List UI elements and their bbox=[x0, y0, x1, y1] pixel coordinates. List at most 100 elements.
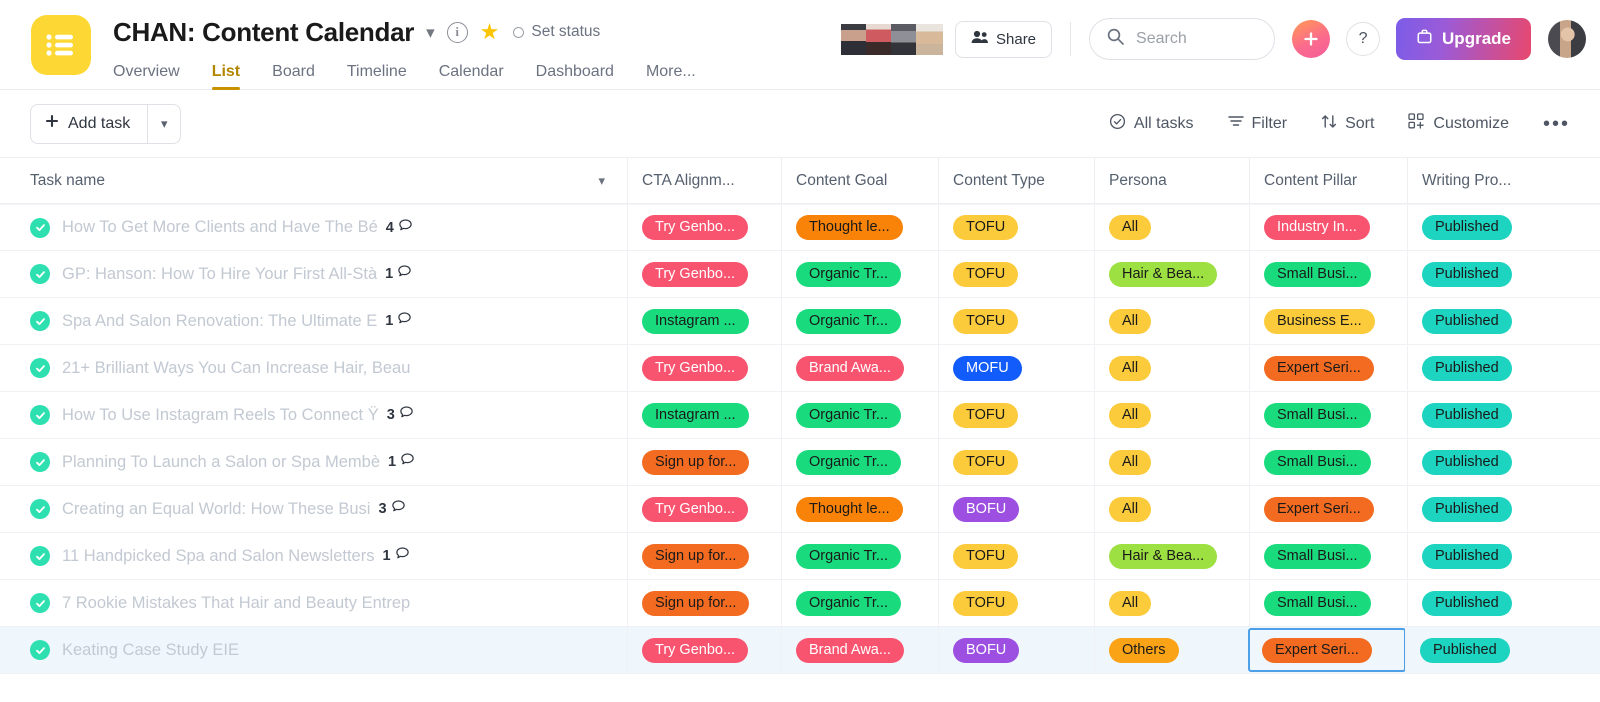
tag-badge[interactable]: Industry In... bbox=[1264, 215, 1370, 240]
cell-content-goal[interactable]: Thought le... bbox=[781, 486, 938, 532]
table-row[interactable]: How To Get More Clients and Have The Bé4… bbox=[0, 204, 1600, 251]
comment-count-badge[interactable]: 1 bbox=[385, 264, 412, 284]
table-row[interactable]: 11 Handpicked Spa and Salon Newsletters1… bbox=[0, 533, 1600, 580]
sort-button[interactable]: Sort bbox=[1321, 114, 1374, 134]
cell-writing-process[interactable]: Published bbox=[1407, 205, 1600, 250]
tag-badge[interactable]: Published bbox=[1422, 497, 1512, 522]
table-row[interactable]: Keating Case Study EIE Try Genbo... Brand … bbox=[0, 627, 1600, 674]
cell-cta-alignment[interactable]: Try Genbo... bbox=[627, 251, 781, 297]
upgrade-button[interactable]: Upgrade bbox=[1396, 18, 1531, 60]
cell-content-type[interactable]: TOFU bbox=[938, 251, 1094, 297]
tag-badge[interactable]: Published bbox=[1422, 262, 1512, 287]
cell-content-pillar[interactable]: Small Busi... bbox=[1249, 439, 1407, 485]
tag-badge[interactable]: Small Busi... bbox=[1264, 403, 1371, 428]
star-icon[interactable]: ★ bbox=[480, 21, 500, 43]
tag-badge[interactable]: Organic Tr... bbox=[796, 309, 901, 334]
cell-persona[interactable]: All bbox=[1094, 205, 1249, 250]
tag-badge[interactable]: TOFU bbox=[953, 450, 1018, 475]
cell-task-name[interactable]: Keating Case Study EIE bbox=[0, 627, 627, 673]
tag-badge[interactable]: Hair & Bea... bbox=[1109, 544, 1217, 569]
cell-cta-alignment[interactable]: Instagram ... bbox=[627, 298, 781, 344]
tag-badge[interactable]: Organic Tr... bbox=[796, 544, 901, 569]
cell-writing-process[interactable]: Published bbox=[1405, 627, 1598, 673]
tag-badge[interactable]: Organic Tr... bbox=[796, 591, 901, 616]
cell-content-type[interactable]: BOFU bbox=[938, 627, 1094, 673]
table-row[interactable]: Spa And Salon Renovation: The Ultimate Ε… bbox=[0, 298, 1600, 345]
member-avatar-group[interactable] bbox=[841, 24, 941, 55]
tag-badge[interactable]: Expert Seri... bbox=[1264, 497, 1374, 522]
table-row[interactable]: Creating an Equal World: How These Busi3… bbox=[0, 486, 1600, 533]
tag-badge[interactable]: Published bbox=[1422, 309, 1512, 334]
cell-persona[interactable]: All bbox=[1094, 392, 1249, 438]
comment-count-badge[interactable]: 1 bbox=[388, 452, 415, 472]
tag-badge[interactable]: Thought le... bbox=[796, 497, 903, 522]
cell-cta-alignment[interactable]: Sign up for... bbox=[627, 533, 781, 579]
tag-badge[interactable]: TOFU bbox=[953, 309, 1018, 334]
tag-badge[interactable]: Hair & Bea... bbox=[1109, 262, 1217, 287]
tag-badge[interactable]: Try Genbo... bbox=[642, 497, 748, 522]
set-status-button[interactable]: Set status bbox=[513, 23, 600, 41]
tag-badge[interactable]: All bbox=[1109, 403, 1151, 428]
column-header-cta-alignment[interactable]: CTA Alignm... bbox=[627, 158, 781, 204]
chevron-down-icon[interactable]: ▾ bbox=[598, 173, 605, 189]
cell-content-goal[interactable]: Organic Tr... bbox=[781, 580, 938, 626]
tag-badge[interactable]: Try Genbo... bbox=[642, 262, 748, 287]
cell-writing-process[interactable]: Published bbox=[1407, 439, 1600, 485]
cell-task-name[interactable]: 7 Rookie Mistakes That Hair and Beauty E… bbox=[0, 580, 627, 626]
add-task-button[interactable]: Add task bbox=[30, 104, 147, 144]
tag-badge[interactable]: BOFU bbox=[953, 638, 1019, 663]
cell-cta-alignment[interactable]: Try Genbo... bbox=[627, 345, 781, 391]
tag-badge[interactable]: Brand Awa... bbox=[796, 356, 904, 381]
cell-content-pillar[interactable]: Business E... bbox=[1249, 298, 1407, 344]
cell-content-goal[interactable]: Thought le... bbox=[781, 205, 938, 250]
cell-writing-process[interactable]: Published bbox=[1407, 298, 1600, 344]
cell-task-name[interactable]: How To Use Instagram Reels To Connect Ÿ3 bbox=[0, 392, 627, 438]
comment-count-badge[interactable]: 1 bbox=[382, 546, 409, 566]
tag-badge[interactable]: Try Genbo... bbox=[642, 356, 748, 381]
add-task-dropdown[interactable]: ▾ bbox=[147, 104, 181, 144]
task-complete-check-icon[interactable] bbox=[30, 405, 50, 425]
tag-badge[interactable]: Published bbox=[1422, 403, 1512, 428]
avatar[interactable] bbox=[916, 24, 943, 55]
task-complete-check-icon[interactable] bbox=[30, 452, 50, 472]
tag-badge[interactable]: All bbox=[1109, 591, 1151, 616]
help-button[interactable]: ? bbox=[1346, 22, 1380, 56]
cell-persona[interactable]: Others bbox=[1094, 627, 1249, 673]
column-header-content-type[interactable]: Content Type bbox=[938, 158, 1094, 204]
comment-count-badge[interactable]: 1 bbox=[385, 311, 412, 331]
tag-badge[interactable]: TOFU bbox=[953, 544, 1018, 569]
tab-overview[interactable]: Overview bbox=[113, 63, 180, 90]
cell-content-pillar[interactable]: Expert Seri... bbox=[1249, 345, 1407, 391]
comment-count-badge[interactable]: 3 bbox=[387, 405, 414, 425]
tag-badge[interactable]: All bbox=[1109, 356, 1151, 381]
tag-badge[interactable]: Organic Tr... bbox=[796, 403, 901, 428]
cell-content-type[interactable]: TOFU bbox=[938, 205, 1094, 250]
cell-writing-process[interactable]: Published bbox=[1407, 533, 1600, 579]
column-header-content-goal[interactable]: Content Goal bbox=[781, 158, 938, 204]
avatar[interactable] bbox=[891, 24, 918, 55]
comment-count-badge[interactable]: 3 bbox=[378, 499, 405, 519]
tag-badge[interactable]: Brand Awa... bbox=[796, 638, 904, 663]
table-row[interactable]: Planning To Launch a Salon or Spa Membè1… bbox=[0, 439, 1600, 486]
cell-content-goal[interactable]: Organic Tr... bbox=[781, 533, 938, 579]
tag-badge[interactable]: Sign up for... bbox=[642, 544, 749, 569]
tag-badge[interactable]: Business E... bbox=[1264, 309, 1375, 334]
column-header-task-name[interactable]: Task name ▾ bbox=[0, 158, 627, 204]
tag-badge[interactable]: All bbox=[1109, 450, 1151, 475]
task-complete-check-icon[interactable] bbox=[30, 218, 50, 238]
cell-persona[interactable]: All bbox=[1094, 580, 1249, 626]
tag-badge[interactable]: Try Genbo... bbox=[642, 638, 748, 663]
cell-persona[interactable]: All bbox=[1094, 439, 1249, 485]
cell-task-name[interactable]: 21+ Brilliant Ways You Can Increase Hair… bbox=[0, 345, 627, 391]
task-complete-check-icon[interactable] bbox=[30, 499, 50, 519]
task-complete-check-icon[interactable] bbox=[30, 311, 50, 331]
tag-badge[interactable]: Instagram ... bbox=[642, 309, 749, 334]
cell-content-type[interactable]: BOFU bbox=[938, 486, 1094, 532]
tag-badge[interactable]: Published bbox=[1422, 591, 1512, 616]
tag-badge[interactable]: Small Busi... bbox=[1264, 591, 1371, 616]
tag-badge[interactable]: Published bbox=[1422, 215, 1512, 240]
tag-badge[interactable]: TOFU bbox=[953, 591, 1018, 616]
cell-cta-alignment[interactable]: Sign up for... bbox=[627, 439, 781, 485]
share-button[interactable]: Share bbox=[955, 21, 1052, 58]
cell-persona[interactable]: Hair & Bea... bbox=[1094, 533, 1249, 579]
